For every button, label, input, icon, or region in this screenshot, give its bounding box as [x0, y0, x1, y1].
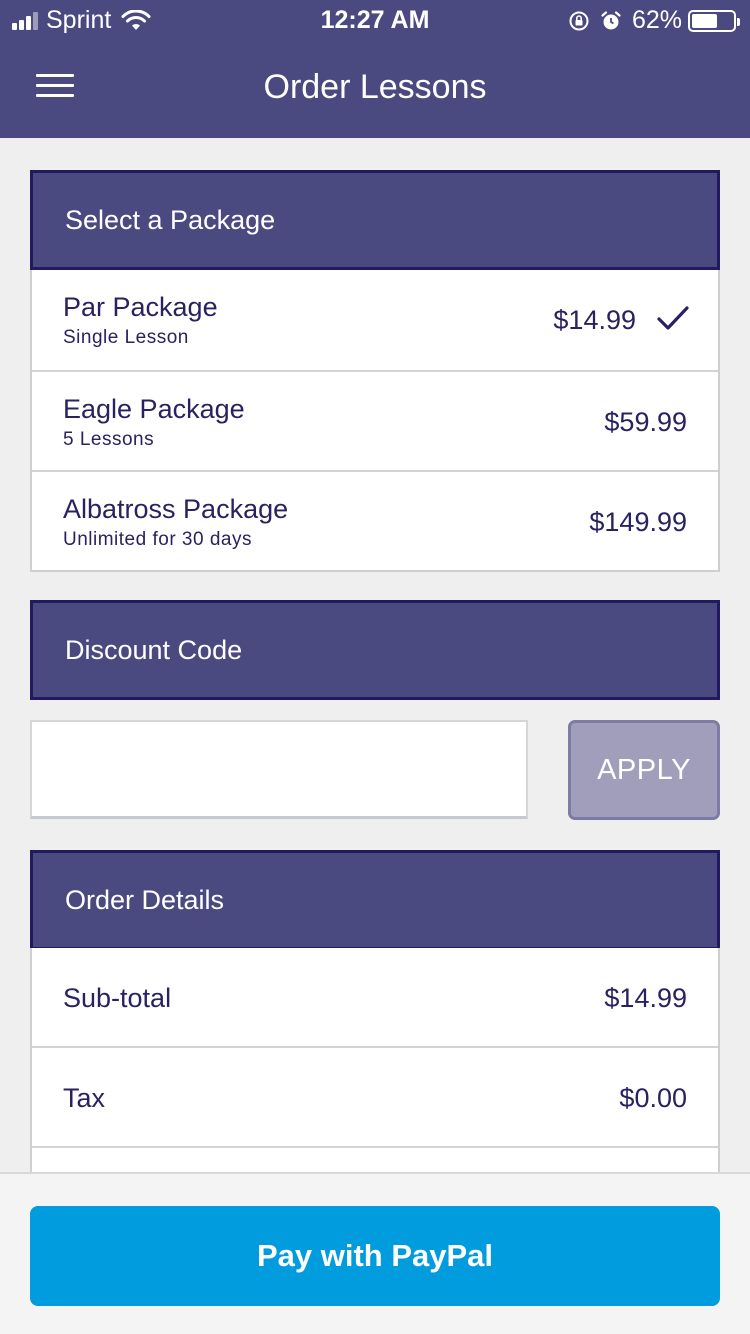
- pay-with-paypal-button[interactable]: Pay with PayPal: [30, 1206, 720, 1306]
- alarm-icon: [601, 10, 621, 29]
- checkmark-icon: [657, 306, 689, 330]
- package-option-eagle[interactable]: Eagle Package 5 Lessons $59.99: [32, 370, 718, 470]
- top-bar: Sprint 12:27 AM 62% Order Lessons: [0, 0, 750, 138]
- order-details-list: Sub-total $14.99 Tax $0.00: [30, 948, 720, 1174]
- package-price: $14.99: [553, 305, 636, 335]
- package-option-albatross[interactable]: Albatross Package Unlimited for 30 days …: [32, 470, 718, 570]
- detail-label: Sub-total: [63, 983, 172, 1013]
- discount-heading: Discount Code: [65, 634, 243, 665]
- order-details-heading: Order Details: [65, 884, 225, 915]
- battery-percent: 62%: [631, 6, 682, 34]
- package-name: Eagle Package: [63, 394, 245, 424]
- package-subtitle: Unlimited for 30 days: [63, 529, 252, 550]
- discount-section-header: Discount Code: [30, 600, 720, 700]
- package-name: Par Package: [63, 292, 218, 322]
- status-bar: Sprint 12:27 AM 62%: [0, 0, 750, 40]
- page-title: Order Lessons: [263, 68, 487, 106]
- package-option-par[interactable]: Par Package Single Lesson $14.99: [32, 270, 718, 370]
- package-subtitle: Single Lesson: [63, 327, 189, 348]
- package-subtitle: 5 Lessons: [63, 429, 155, 450]
- order-detail-row-partial: [32, 1148, 718, 1174]
- package-price: $149.99: [589, 507, 687, 537]
- detail-label: Tax: [63, 1083, 106, 1113]
- discount-code-input[interactable]: [30, 720, 528, 819]
- detail-value: $0.00: [619, 1083, 687, 1113]
- packages-section-header: Select a Package: [30, 170, 720, 270]
- package-list: Par Package Single Lesson $14.99 Eagle P…: [30, 270, 720, 572]
- battery-level-fill: [692, 13, 717, 28]
- pay-bar: Pay with PayPal: [0, 1172, 750, 1334]
- package-name: Albatross Package: [63, 494, 289, 524]
- order-detail-row-subtotal: Sub-total $14.99: [32, 948, 718, 1048]
- packages-heading: Select a Package: [65, 204, 276, 235]
- package-price: $59.99: [604, 407, 687, 437]
- apply-button[interactable]: APPLY: [568, 720, 720, 820]
- order-detail-row-tax: Tax $0.00: [32, 1048, 718, 1148]
- order-details-section-header: Order Details: [30, 850, 720, 950]
- status-bar-right: 62%: [568, 6, 740, 35]
- battery-icon: [688, 9, 740, 32]
- orientation-lock-icon: [569, 11, 589, 30]
- detail-value: $14.99: [604, 983, 687, 1013]
